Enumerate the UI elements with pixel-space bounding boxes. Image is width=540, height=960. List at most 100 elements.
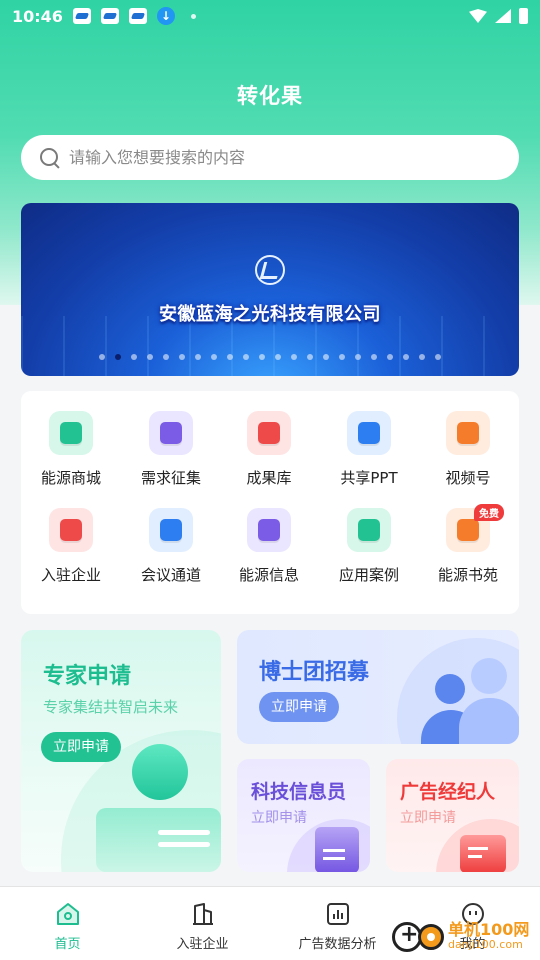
ad-card-title: 广告经纪人 <box>400 781 496 803</box>
grid-item[interactable]: 会议通道 <box>121 508 221 585</box>
grid-item[interactable]: 成果库 <box>219 411 319 488</box>
more-notifications-dot <box>190 13 196 19</box>
home-icon <box>55 901 81 927</box>
banner-caption: 安徽蓝海之光科技有限公司 <box>159 304 381 325</box>
ad-agent-card[interactable]: 广告经纪人 立即申请 <box>386 759 519 872</box>
expert-apply-button[interactable]: 立即申请 <box>41 732 121 762</box>
tech-card-title: 科技信息员 <box>251 781 347 803</box>
grid-item[interactable]: 能源信息 <box>219 508 319 585</box>
grid-item[interactable]: 免费能源书苑 <box>418 504 518 585</box>
carousel-dot[interactable] <box>307 354 313 360</box>
grid-icon-glyph <box>457 422 479 444</box>
download-icon: ↓ <box>156 7 175 25</box>
notification-app-icon <box>72 8 91 24</box>
page-title: 转化果 <box>237 84 303 108</box>
carousel-dot[interactable] <box>387 354 393 360</box>
notification-app-icon <box>128 8 147 24</box>
grid-item-label: 应用案例 <box>338 566 399 584</box>
grid-item-label: 能源书苑 <box>437 566 498 584</box>
carousel-dot[interactable] <box>163 354 169 360</box>
carousel-dot[interactable] <box>227 354 233 360</box>
carousel-dot[interactable] <box>99 354 105 360</box>
tab-item[interactable]: 广告数据分析 <box>270 887 405 960</box>
grid-item-label: 会议通道 <box>140 566 201 584</box>
grid-item[interactable]: 入驻企业 <box>21 508 121 585</box>
grid-item-label: 入驻企业 <box>40 566 101 584</box>
building-icon <box>49 508 93 552</box>
search-bar[interactable] <box>21 135 519 180</box>
document-list-icon <box>149 411 193 455</box>
tab-label: 广告数据分析 <box>298 937 377 952</box>
shop-icon <box>49 411 93 455</box>
company-logo-icon <box>255 255 285 285</box>
carousel-dot[interactable] <box>243 354 249 360</box>
grid-item-label: 能源商城 <box>40 469 101 487</box>
phd-recruit-card[interactable]: 博士团招募 立即申请 <box>237 630 519 744</box>
carousel-dot[interactable] <box>275 354 281 360</box>
search-icon <box>39 147 61 169</box>
carousel-dot[interactable] <box>131 354 137 360</box>
carousel-dot[interactable] <box>147 354 153 360</box>
signal-icon <box>495 9 511 23</box>
carousel-dot[interactable] <box>419 354 425 360</box>
notification-app-icon <box>100 8 119 24</box>
grid-icon-glyph <box>160 519 182 541</box>
phd-apply-button[interactable]: 立即申请 <box>259 692 339 722</box>
grid-icon-glyph <box>60 422 82 444</box>
grid-icon-glyph <box>258 519 280 541</box>
grid-icon-glyph <box>358 519 380 541</box>
tab-label: 入驻企业 <box>176 937 229 952</box>
expert-card-subtitle: 专家集结共智启未来 <box>43 698 179 716</box>
carousel-dot[interactable] <box>195 354 201 360</box>
recycle-icon <box>247 508 291 552</box>
carousel-dot[interactable] <box>339 354 345 360</box>
watermark: 单机100网 danji100.com <box>392 913 540 960</box>
tech-info-card[interactable]: 科技信息员 立即申请 <box>237 759 370 872</box>
grid-item-label: 成果库 <box>246 469 292 487</box>
video-icon <box>446 411 490 455</box>
feature-grid: 能源商城 需求征集 成果库 共享PPT 视频号入驻企业 会议通道 能源信息 应用案例 免费能源书… <box>21 391 519 614</box>
banner-carousel[interactable]: 安徽蓝海之光科技有限公司 <box>21 203 519 376</box>
tech-card-apply-link[interactable]: 立即申请 <box>251 807 307 827</box>
battery-icon <box>519 8 528 24</box>
carousel-dot[interactable] <box>291 354 297 360</box>
tab-label: 首页 <box>54 937 81 952</box>
users-icon <box>149 508 193 552</box>
carousel-dot[interactable] <box>403 354 409 360</box>
carousel-dot[interactable] <box>323 354 329 360</box>
expert-avatar-icon <box>132 744 188 800</box>
grid-item-label: 能源信息 <box>238 566 299 584</box>
bar-chart-icon <box>325 901 351 927</box>
carousel-dot[interactable] <box>355 354 361 360</box>
grid-item[interactable]: 能源商城 <box>21 411 121 488</box>
ad-card-apply-link[interactable]: 立即申请 <box>400 807 456 827</box>
carousel-dot[interactable] <box>435 354 441 360</box>
phd-card-title: 博士团招募 <box>259 660 370 685</box>
carousel-dot[interactable] <box>115 354 121 360</box>
tab-item[interactable]: 首页 <box>0 887 135 960</box>
watermark-brand: 单机100网 <box>448 920 530 940</box>
grid-icon-glyph <box>457 519 479 541</box>
grid-item[interactable]: 视频号 <box>418 411 518 488</box>
carousel-dot[interactable] <box>179 354 185 360</box>
grid-item-label: 视频号 <box>445 469 491 487</box>
watermark-orange-icon <box>418 923 444 950</box>
free-badge: 免费 <box>474 504 504 521</box>
document-icon <box>315 827 359 872</box>
expert-apply-card[interactable]: 专家申请 专家集结共智启未来 立即申请 <box>21 630 221 872</box>
wifi-icon <box>469 9 487 23</box>
expert-card-illustration <box>96 808 221 872</box>
carousel-dot[interactable] <box>371 354 377 360</box>
expert-card-title: 专家申请 <box>43 664 132 689</box>
books-icon <box>347 508 391 552</box>
grid-item[interactable]: 共享PPT <box>319 411 419 488</box>
grid-item[interactable]: 应用案例 <box>319 508 419 585</box>
grid-item[interactable]: 需求征集 <box>121 411 221 488</box>
carousel-dot[interactable] <box>211 354 217 360</box>
tab-item[interactable]: 入驻企业 <box>135 887 270 960</box>
carousel-dot[interactable] <box>259 354 265 360</box>
search-input[interactable] <box>69 148 489 167</box>
watermark-url: danji100.com <box>448 938 523 952</box>
ad-card-icon <box>460 835 506 872</box>
carousel-indicator <box>21 354 519 360</box>
